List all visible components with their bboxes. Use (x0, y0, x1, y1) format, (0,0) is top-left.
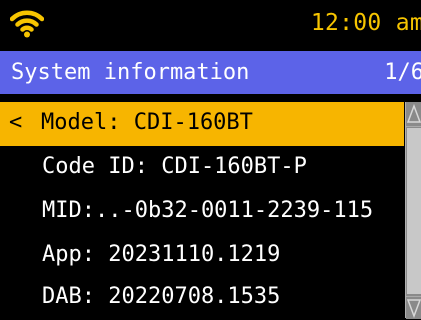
menu-item-label: App: 20231110.1219 (42, 242, 281, 267)
scroll-down-button[interactable] (406, 296, 421, 319)
menu-item-label: MID:..-0b32-0011-2239-115 (42, 198, 374, 223)
page-title: System information (11, 60, 250, 85)
scroll-up-button[interactable] (406, 102, 421, 127)
triangle-down-icon (406, 299, 421, 319)
menu-item-code-id[interactable]: Code ID: CDI-160BT-P (0, 146, 404, 190)
menu-item-label: Code ID: CDI-160BT-P (42, 154, 307, 179)
menu-item-model[interactable]: < Model: CDI-160BT (0, 102, 404, 146)
clock: 12:00 am (310, 10, 421, 36)
scrollbar[interactable] (405, 102, 421, 319)
menu-item-mid[interactable]: MID:..-0b32-0011-2239-115 (0, 190, 404, 234)
device-screen: 12:00 am System information 1/6 < Model:… (0, 0, 421, 319)
menu-item-label: Model: CDI-160BT (41, 110, 253, 135)
menu-item-app[interactable]: App: 20231110.1219 (0, 234, 404, 278)
back-indicator: < (9, 110, 23, 135)
triangle-up-icon (406, 103, 421, 123)
status-bar: 12:00 am (0, 0, 421, 47)
page-indicator: 1/6 (384, 60, 421, 85)
wifi-icon (10, 10, 44, 38)
menu-item-label: DAB: 20220708.1535 (42, 284, 281, 309)
scroll-thumb[interactable] (407, 128, 421, 294)
menu-item-dab[interactable]: DAB: 20220708.1535 (0, 276, 404, 320)
menu-list: < Model: CDI-160BT Code ID: CDI-160BT-P … (0, 102, 404, 318)
title-bar: System information 1/6 (0, 51, 421, 94)
